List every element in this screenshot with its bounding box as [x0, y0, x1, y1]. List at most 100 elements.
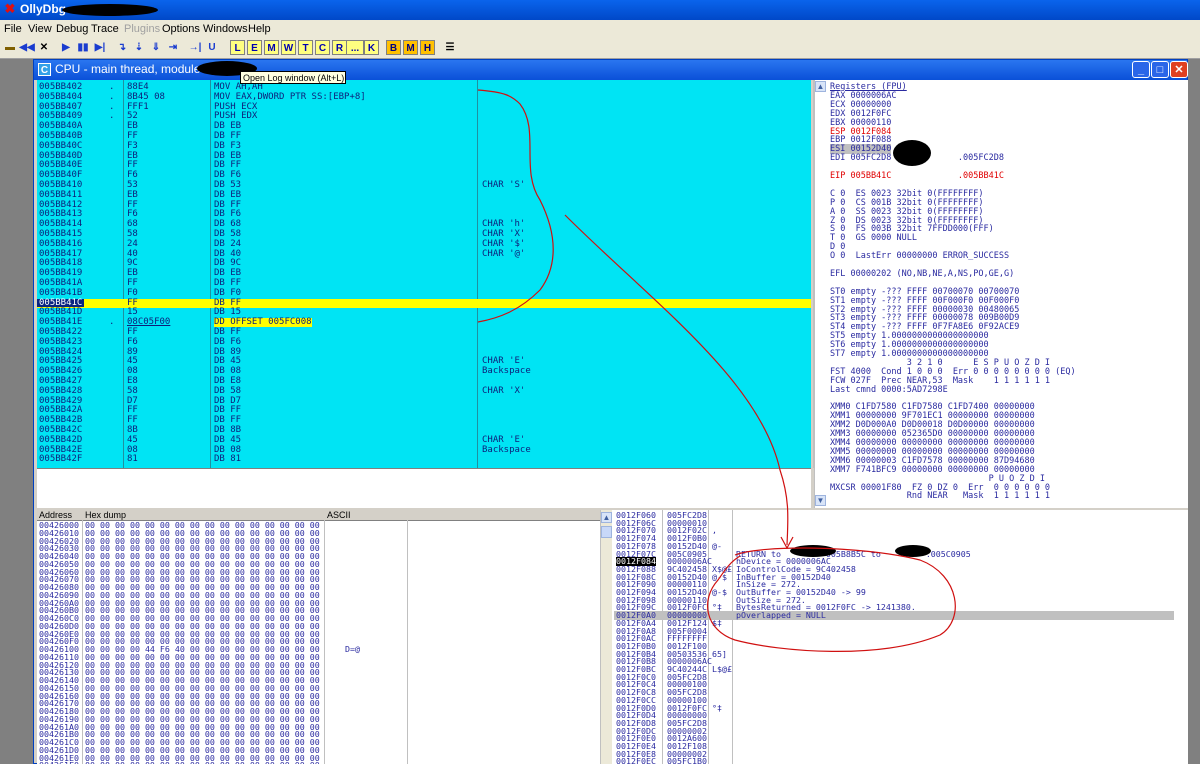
menu-view[interactable]: View	[28, 23, 52, 35]
trace-into-icon[interactable]: ⇣	[131, 40, 147, 55]
disasm-address: 005BB413	[39, 209, 83, 220]
disasm-address: 005BB40B	[39, 131, 83, 141]
maximize-button[interactable]: □	[1151, 61, 1169, 78]
menu-trace[interactable]: Trace	[91, 23, 119, 35]
app-title: OllyDbg	[20, 2, 67, 16]
disasm-row[interactable]: 005BB417 40 DB 40 CHAR '@'	[37, 249, 811, 259]
restart-icon[interactable]: ◀◀	[19, 40, 35, 55]
dump-header-hex[interactable]: Hex dump	[85, 510, 126, 520]
disasm-row[interactable]: 005BB425 45 DB 45 CHAR 'E'	[37, 357, 811, 366]
disasm-row[interactable]: 005BB410 53 DB 53 CHAR 'S'	[37, 181, 811, 190]
disasm-row[interactable]: 005BB42E 08 DB 08 Backspace	[37, 445, 811, 455]
registers-scrollbar[interactable]: ▲ ▼	[814, 80, 826, 508]
close-button[interactable]: ✕	[1170, 61, 1188, 78]
toolbar-breakpoints-button[interactable]: B	[386, 40, 401, 55]
disasm-row[interactable]: 005BB412 FF DB FF	[37, 200, 811, 210]
register-line[interactable]: Last cmnd 0000:5AD7298E	[830, 385, 948, 395]
disasm-row[interactable]: 005BB42C 8B DB 8B	[37, 426, 811, 435]
disasm-row[interactable]: 005BB404. 8B45 08 MOV EAX,DWORD PTR SS:[EB…	[37, 93, 811, 102]
dump-header-ascii[interactable]: ASCII	[327, 510, 351, 520]
disasm-row[interactable]: 005BB426 08 DB 08 Backspace	[37, 367, 811, 376]
run-icon[interactable]: ▶	[58, 40, 74, 55]
disasm-hex: 58	[127, 229, 138, 239]
trace-over-icon[interactable]: ⇓	[148, 40, 164, 55]
disasm-row[interactable]: 005BB428 58 DB 58 CHAR 'X'	[37, 387, 811, 396]
disasm-row[interactable]: 005BB423 F6 DB F6	[37, 338, 811, 347]
stack-scrollbar[interactable]: ▲	[600, 510, 612, 764]
menu-help[interactable]: Help	[248, 23, 271, 35]
toolbar-patches-button[interactable]: R	[332, 40, 347, 55]
pause-icon[interactable]: ▮▮	[75, 40, 91, 55]
disasm-address: 005BB422	[39, 327, 83, 337]
disasm-row[interactable]: 005BB40B FF DB FF	[37, 132, 811, 141]
stack-row[interactable]: 0012F0EC 005FC1B0	[614, 757, 1174, 764]
disasm-row[interactable]: 005BB42A FF DB FF	[37, 406, 811, 415]
register-line[interactable]: EFL 00000202 (NO,NB,NE,A,NS,PO,GE,G)	[830, 270, 1014, 279]
disasm-row[interactable]: 005BB42D 45 DB 45 CHAR 'E'	[37, 436, 811, 445]
disasm-row[interactable]: 005BB411 EB DB EB	[37, 191, 811, 200]
disasm-row[interactable]: 005BB41A FF DB FF	[37, 279, 811, 288]
disasm-row[interactable]: 005BB40F F6 DB F6	[37, 171, 811, 180]
goto-icon[interactable]: →|	[187, 40, 203, 55]
disasm-row[interactable]: 005BB418 9C DB 9C	[37, 259, 811, 268]
register-line[interactable]: O 0 LastErr 00000000 ERROR_SUCCESS	[830, 252, 1009, 261]
disasm-row[interactable]: 005BB40A EB DB EB	[37, 122, 811, 131]
toolbar-threads-button[interactable]: T	[298, 40, 313, 55]
menu-options[interactable]: Options	[162, 23, 200, 35]
minimize-button[interactable]: _	[1132, 61, 1150, 78]
scroll-up-icon[interactable]: ▲	[601, 512, 612, 523]
disasm-row[interactable]: 005BB409. 52 PUSH EDX	[37, 112, 811, 121]
menu-windows[interactable]: Windows	[203, 23, 248, 35]
disassembly-pane[interactable]: 005BB402. 88E4 MOV AH,AH 005BB404. 8B45 08 MO…	[37, 80, 811, 468]
disasm-row[interactable]: 005BB419 EB DB EB	[37, 269, 811, 278]
disasm-address: 005BB411	[39, 189, 83, 200]
toolbar-log-button[interactable]: L	[230, 40, 245, 55]
toolbar-memory-button[interactable]: M	[264, 40, 279, 55]
disasm-row[interactable]: 005BB40D EB DB EB	[37, 151, 811, 161]
toolbar-hardware-breakpoints-button[interactable]: H	[420, 40, 435, 55]
toolbar-cpu-button[interactable]: C	[315, 40, 330, 55]
scroll-down-icon[interactable]: ▼	[815, 495, 826, 506]
disasm-row[interactable]: 005BB416 24 DB 24 CHAR '$'	[37, 240, 811, 249]
disasm-row[interactable]: 005BB414 68 DB 68 CHAR 'h'	[37, 220, 811, 229]
disasm-row[interactable]: 005BB402. 88E4 MOV AH,AH	[37, 83, 811, 92]
list-icon[interactable]: ☰	[442, 40, 458, 55]
execute-till-return-icon[interactable]: ⇥	[165, 40, 181, 55]
disasm-row[interactable]: 005BB407. FFF1 PUSH ECX	[37, 102, 811, 112]
disasm-row[interactable]: 005BB41B F0 DB F0	[37, 289, 811, 298]
menu-debug[interactable]: Debug	[56, 23, 88, 35]
menu-plugins[interactable]: Plugins	[124, 23, 160, 35]
disasm-row[interactable]: 005BB413 F6 DB F6	[37, 210, 811, 219]
toolbar-modules-button[interactable]: E	[247, 40, 262, 55]
dump-header-address[interactable]: Address	[39, 510, 72, 520]
hex-dump-pane[interactable]: Address Hex dump ASCII 00426000 00 00 00 …	[37, 510, 600, 764]
disasm-row[interactable]: 005BB41C FF DB FF	[37, 298, 811, 308]
animate-icon[interactable]: U	[204, 40, 220, 55]
disasm-row[interactable]: 005BB424 89 DB 89	[37, 347, 811, 357]
step-into-icon[interactable]: ▶|	[92, 40, 108, 55]
registers-pane[interactable]: Registers (FPU) EAX 0000006AC ECX 00000000…	[826, 80, 1188, 508]
toolbar-windows-button[interactable]: W	[281, 40, 296, 55]
register-line[interactable]: EIP 005BB41C .005BB41C	[830, 172, 1004, 181]
open-icon[interactable]: ▬	[2, 40, 18, 55]
disasm-row[interactable]: 005BB40C F3 DB F3	[37, 142, 811, 151]
menu-file[interactable]: File	[4, 23, 22, 35]
scroll-up-icon[interactable]: ▲	[815, 81, 826, 92]
disasm-row[interactable]: 005BB41D 15 DB 15	[37, 308, 811, 317]
step-over-icon[interactable]: ↴	[114, 40, 130, 55]
toolbar-callstack-button[interactable]: K	[364, 40, 379, 55]
disasm-row[interactable]: 005BB42B FF DB FF	[37, 416, 811, 425]
scroll-thumb[interactable]	[601, 526, 612, 538]
disasm-row[interactable]: 005BB41E. 08C05F00 DD OFFSET 005FC008	[37, 318, 811, 327]
disasm-row[interactable]: 005BB422 FF DB FF	[37, 328, 811, 337]
disasm-comment: CHAR 'X'	[482, 385, 526, 396]
disasm-row[interactable]: 005BB42F 81 DB 81	[37, 455, 811, 464]
disasm-row[interactable]: 005BB40E FF DB FF	[37, 161, 811, 170]
toolbar-memory-breakpoints-button[interactable]: M	[403, 40, 418, 55]
disasm-row[interactable]: 005BB427 E8 DB E8	[37, 377, 811, 386]
register-line[interactable]: Rnd NEAR Mask 1 1 1 1 1 1	[830, 492, 1050, 501]
close-process-icon[interactable]: ✕	[36, 40, 52, 55]
disasm-row[interactable]: 005BB429 D7 DB D7	[37, 396, 811, 406]
toolbar-more-button[interactable]: ...	[346, 40, 364, 55]
disasm-row[interactable]: 005BB415 58 DB 58 CHAR 'X'	[37, 230, 811, 239]
